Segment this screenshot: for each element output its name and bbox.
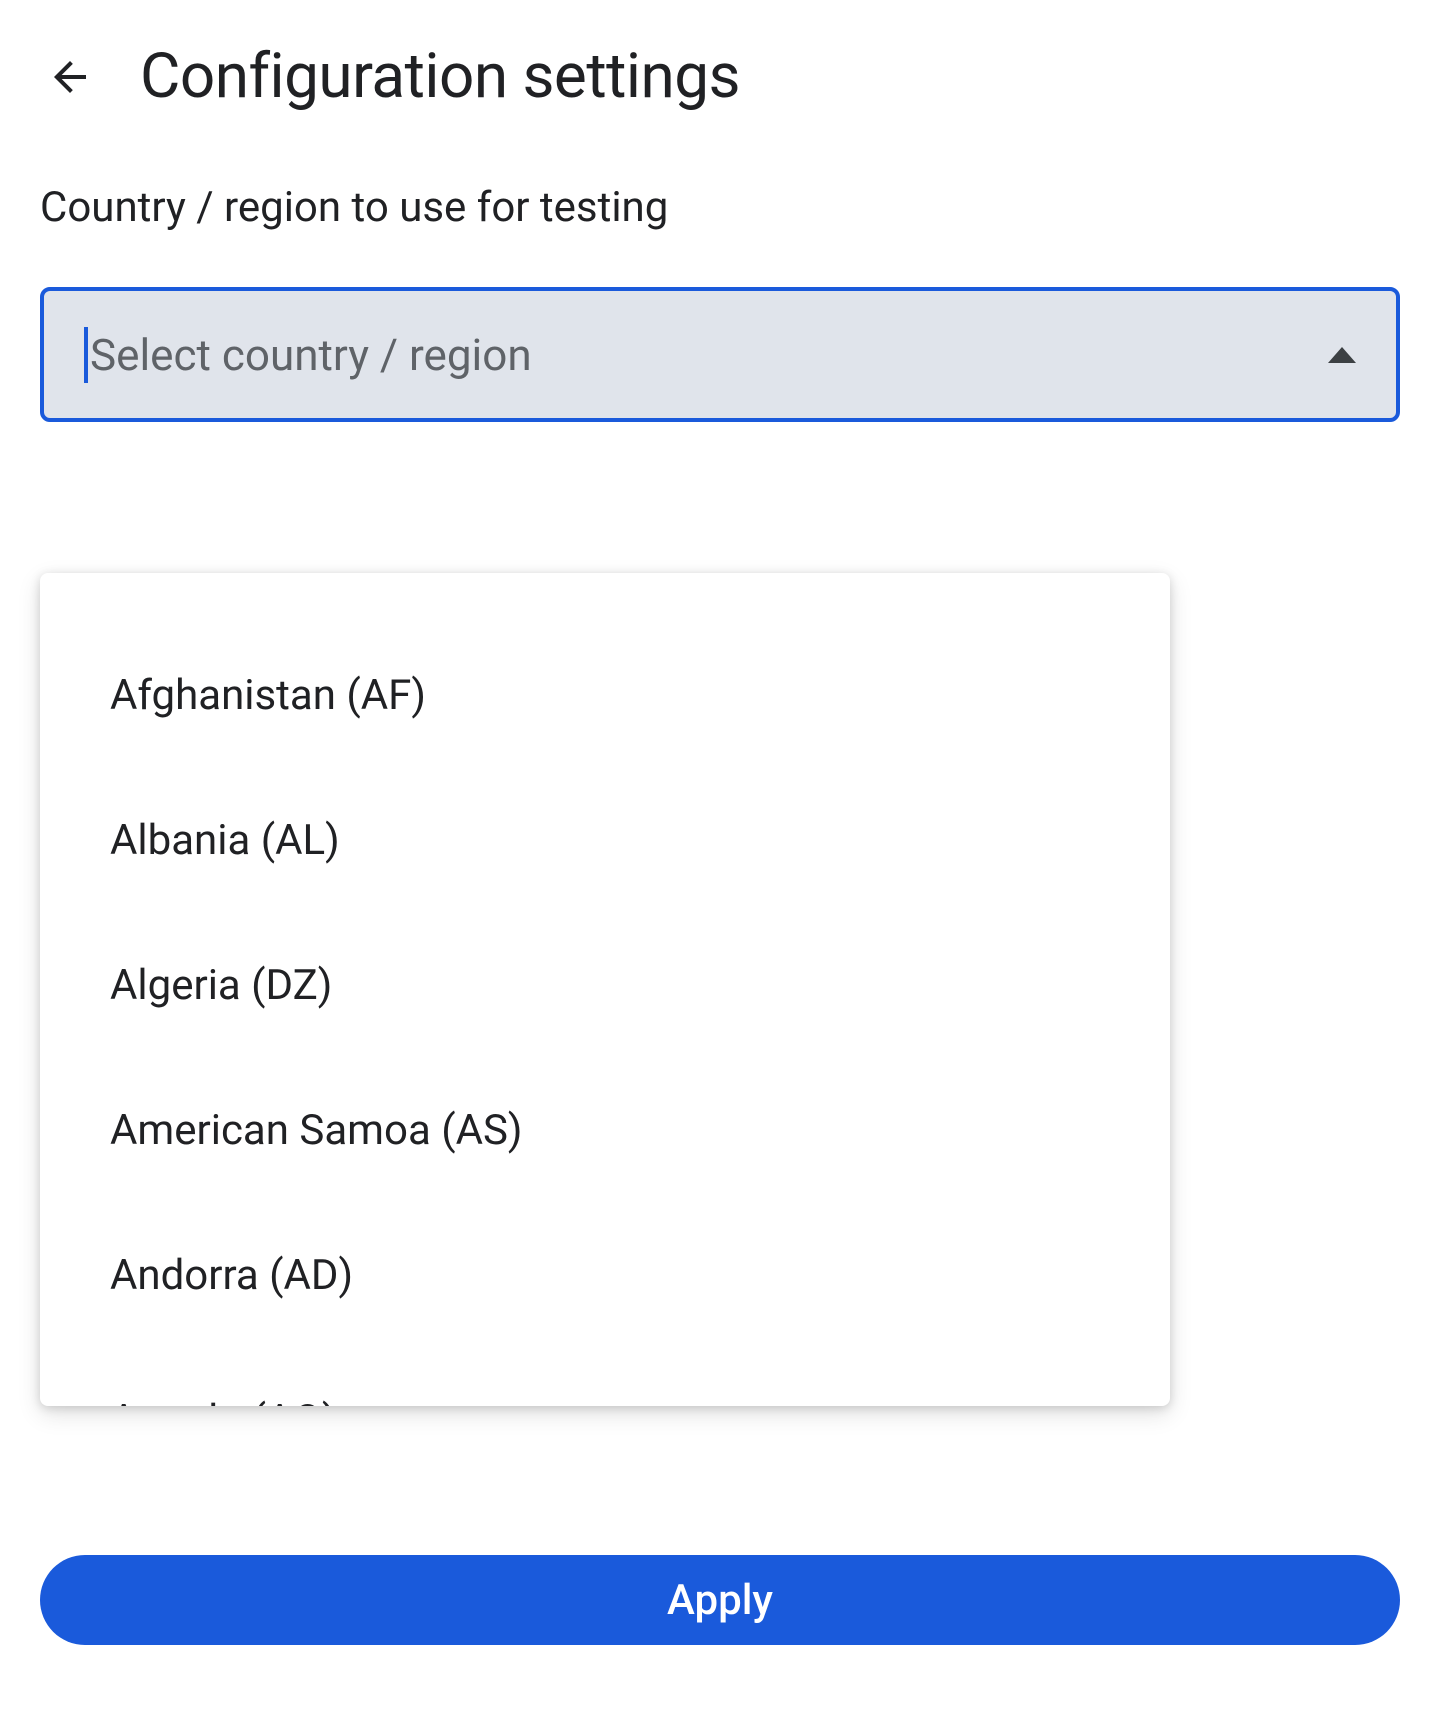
- dropdown-option[interactable]: Afghanistan (AF): [40, 623, 1170, 768]
- page-title: Configuration settings: [140, 40, 740, 113]
- country-field-label: Country / region to use for testing: [40, 183, 1400, 232]
- apply-button[interactable]: Apply: [40, 1555, 1400, 1645]
- dropdown-option[interactable]: Algeria (DZ): [40, 913, 1170, 1058]
- dropdown-option[interactable]: Albania (AL): [40, 768, 1170, 913]
- dropdown-option[interactable]: American Samoa (AS): [40, 1058, 1170, 1203]
- dropdown-placeholder: Select country / region: [90, 329, 1328, 381]
- back-button[interactable]: [40, 47, 100, 107]
- country-region-select[interactable]: Select country / region: [40, 287, 1400, 422]
- dropdown-option[interactable]: Andorra (AD): [40, 1203, 1170, 1348]
- arrow-back-icon: [46, 53, 94, 101]
- text-cursor: [84, 327, 88, 383]
- country-dropdown-menu: Afghanistan (AF) Albania (AL) Algeria (D…: [40, 573, 1170, 1406]
- chevron-up-icon: [1328, 347, 1356, 363]
- header: Configuration settings: [40, 40, 1400, 113]
- dropdown-option[interactable]: Angola (AO): [40, 1348, 1170, 1406]
